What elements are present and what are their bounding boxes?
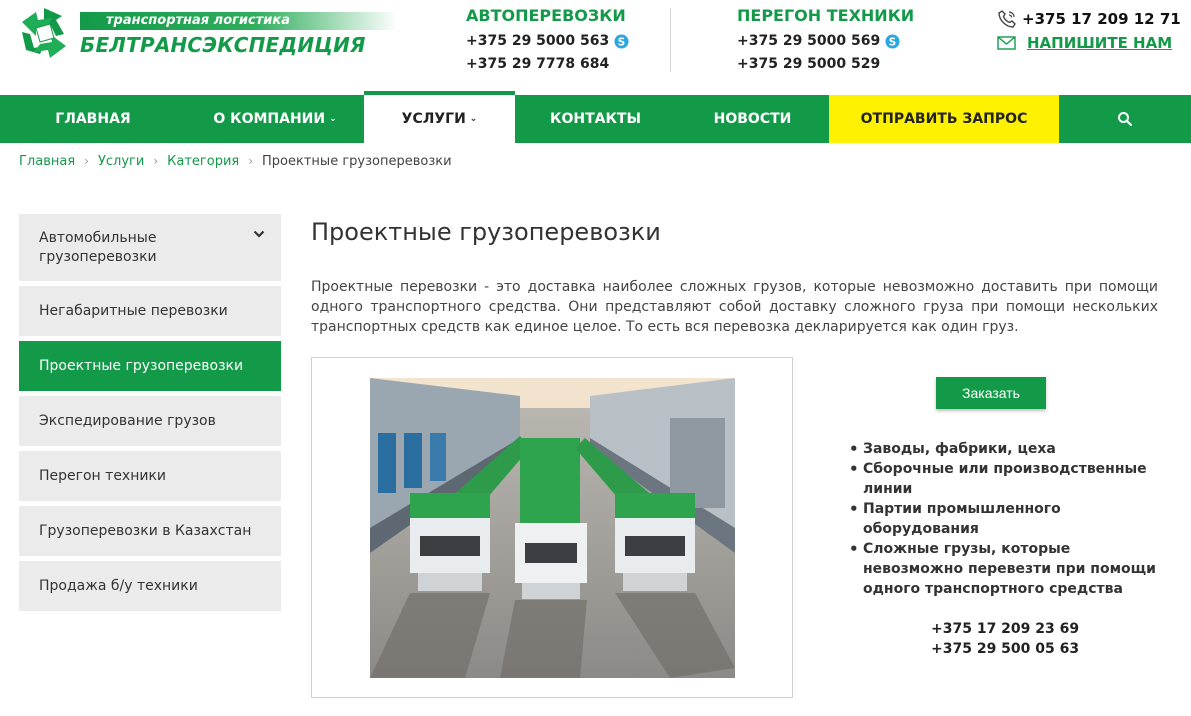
auto-phone-1[interactable]: +375 29 5000 563 S — [466, 31, 629, 51]
breadcrumb-home[interactable]: Главная — [19, 154, 75, 169]
sidebar-item-label: Экспедирование грузов — [39, 412, 216, 429]
site-header: транспортная логистика БЕЛТРАНСЭКСПЕДИЦИ… — [0, 0, 1191, 95]
main-phone[interactable]: +375 17 209 12 71 — [997, 8, 1181, 30]
main-phone-text: +375 17 209 12 71 — [1022, 10, 1181, 28]
breadcrumb-separator-icon: › — [84, 154, 89, 168]
tech-transfer-contacts: ПЕРЕГОН ТЕХНИКИ +375 29 5000 569 S +375 … — [737, 6, 914, 74]
auto-transport-contacts: АВТОПЕРЕВОЗКИ +375 29 5000 563 S +375 29… — [466, 6, 629, 74]
trucks-illustration — [370, 378, 735, 678]
tech-phone-1[interactable]: +375 29 5000 569 S — [737, 31, 914, 51]
svg-text:S: S — [889, 36, 896, 48]
nav-contacts[interactable]: КОНТАКТЫ — [515, 95, 676, 143]
auto-phone-1-text: +375 29 5000 563 — [466, 33, 610, 49]
sidebar-item-label: Негабаритные перевозки — [39, 302, 228, 319]
tech-phone-2[interactable]: +375 29 5000 529 — [737, 54, 914, 74]
nav-services-label: УСЛУГИ — [401, 111, 466, 127]
auto-transport-title: АВТОПЕРЕВОЗКИ — [466, 6, 626, 25]
logo-tagline: транспортная логистика — [106, 13, 290, 28]
chevron-down-icon: ⌄ — [469, 114, 478, 124]
main-contacts: +375 17 209 12 71 НАПИШИТЕ НАМ — [997, 8, 1181, 56]
sidebar-item-used-machinery[interactable]: Продажа б/у техники — [19, 561, 281, 611]
order-button[interactable]: Заказать — [936, 377, 1046, 409]
sidebar-item-kazakhstan[interactable]: Грузоперевозки в Казахстан — [19, 506, 281, 556]
sidebar-item-oversized[interactable]: Негабаритные перевозки — [19, 286, 281, 336]
sidebar-item-label: Перегон техники — [39, 467, 167, 484]
main-nav: ГЛАВНАЯ О КОМПАНИИ ⌄ УСЛУГИ ⌄ КОНТАКТЫ Н… — [0, 91, 1191, 143]
logo-arrows-icon — [22, 8, 66, 58]
sidebar-item-forwarding[interactable]: Экспедирование грузов — [19, 396, 281, 446]
nav-home-label: ГЛАВНАЯ — [55, 111, 131, 127]
list-item: Партии промышленного оборудования — [845, 499, 1165, 539]
list-item: Заводы, фабрики, цеха — [845, 439, 1165, 459]
nav-about[interactable]: О КОМПАНИИ ⌄ — [186, 95, 364, 143]
list-item: Сложные грузы, которые невозможно переве… — [845, 539, 1165, 599]
sidebar-item-project-cargo[interactable]: Проектные грузоперевозки — [19, 341, 281, 391]
sidebar-item-label: Автомобильные грузоперевозки — [39, 229, 157, 265]
sidebar-item-label: Проектные грузоперевозки — [39, 357, 244, 374]
tech-phone-1-text: +375 29 5000 569 — [737, 33, 881, 49]
features-list: Заводы, фабрики, цеха Сборочные или прои… — [845, 439, 1165, 599]
nav-news[interactable]: НОВОСТИ — [676, 95, 829, 143]
sidebar-item-machinery-transfer[interactable]: Перегон техники — [19, 451, 281, 501]
nav-contacts-label: КОНТАКТЫ — [550, 111, 641, 127]
nav-search-button[interactable] — [1059, 95, 1191, 143]
search-icon — [1118, 112, 1133, 127]
trucks-photo — [370, 378, 735, 678]
company-logo[interactable]: транспортная логистика БЕЛТРАНСЭКСПЕДИЦИ… — [18, 6, 398, 64]
svg-text:S: S — [618, 36, 625, 48]
nav-services[interactable]: УСЛУГИ ⌄ — [364, 91, 515, 143]
skype-icon[interactable]: S — [885, 33, 900, 49]
service-phone-1[interactable]: +375 17 209 23 69 — [931, 619, 1079, 639]
logo-name: БЕЛТРАНСЭКСПЕДИЦИЯ — [80, 33, 366, 57]
mail-icon — [997, 36, 1016, 50]
breadcrumb-category[interactable]: Категория — [167, 154, 239, 169]
intro-text: Проектные перевозки - это доставка наибо… — [311, 279, 1158, 335]
breadcrumb-current: Проектные грузоперевозки — [262, 153, 452, 169]
breadcrumb-separator-icon: › — [248, 154, 254, 168]
tech-transfer-title: ПЕРЕГОН ТЕХНИКИ — [737, 6, 915, 25]
skype-icon[interactable]: S — [614, 33, 629, 49]
sidebar-item-label: Грузоперевозки в Казахстан — [39, 522, 252, 539]
nav-news-label: НОВОСТИ — [713, 111, 792, 127]
nav-send-request[interactable]: ОТПРАВИТЬ ЗАПРОС — [829, 95, 1059, 143]
photo-frame — [311, 357, 793, 698]
nav-home[interactable]: ГЛАВНАЯ — [0, 95, 186, 143]
write-us-text: НАПИШИТЕ НАМ — [1027, 34, 1173, 52]
page-title: Проектные грузоперевозки — [311, 218, 661, 246]
service-phones: +375 17 209 23 69 +375 29 500 05 63 — [931, 619, 1079, 659]
nav-request-label: ОТПРАВИТЬ ЗАПРОС — [860, 111, 1028, 127]
sidebar-item-auto-transport[interactable]: Автомобильные грузоперевозки — [19, 214, 281, 281]
chevron-down-icon: ⌄ — [329, 114, 337, 124]
header-divider — [670, 8, 671, 72]
auto-phone-2[interactable]: +375 29 7778 684 — [466, 54, 629, 74]
breadcrumb: Главная › Услуги › Категория › Проектные… — [19, 152, 452, 170]
sidebar-item-label: Продажа б/у техники — [39, 577, 198, 594]
breadcrumb-separator-icon: › — [153, 154, 159, 168]
phone-icon — [998, 10, 1016, 28]
write-us-link[interactable]: НАПИШИТЕ НАМ — [997, 32, 1181, 54]
nav-about-label: О КОМПАНИИ — [213, 111, 326, 127]
chevron-down-icon[interactable] — [253, 229, 265, 239]
breadcrumb-services[interactable]: Услуги — [98, 154, 144, 169]
list-item: Сборочные или производственные линии — [845, 459, 1165, 499]
services-sidebar: Автомобильные грузоперевозки Негабаритны… — [19, 214, 281, 616]
service-phone-2[interactable]: +375 29 500 05 63 — [931, 639, 1079, 659]
